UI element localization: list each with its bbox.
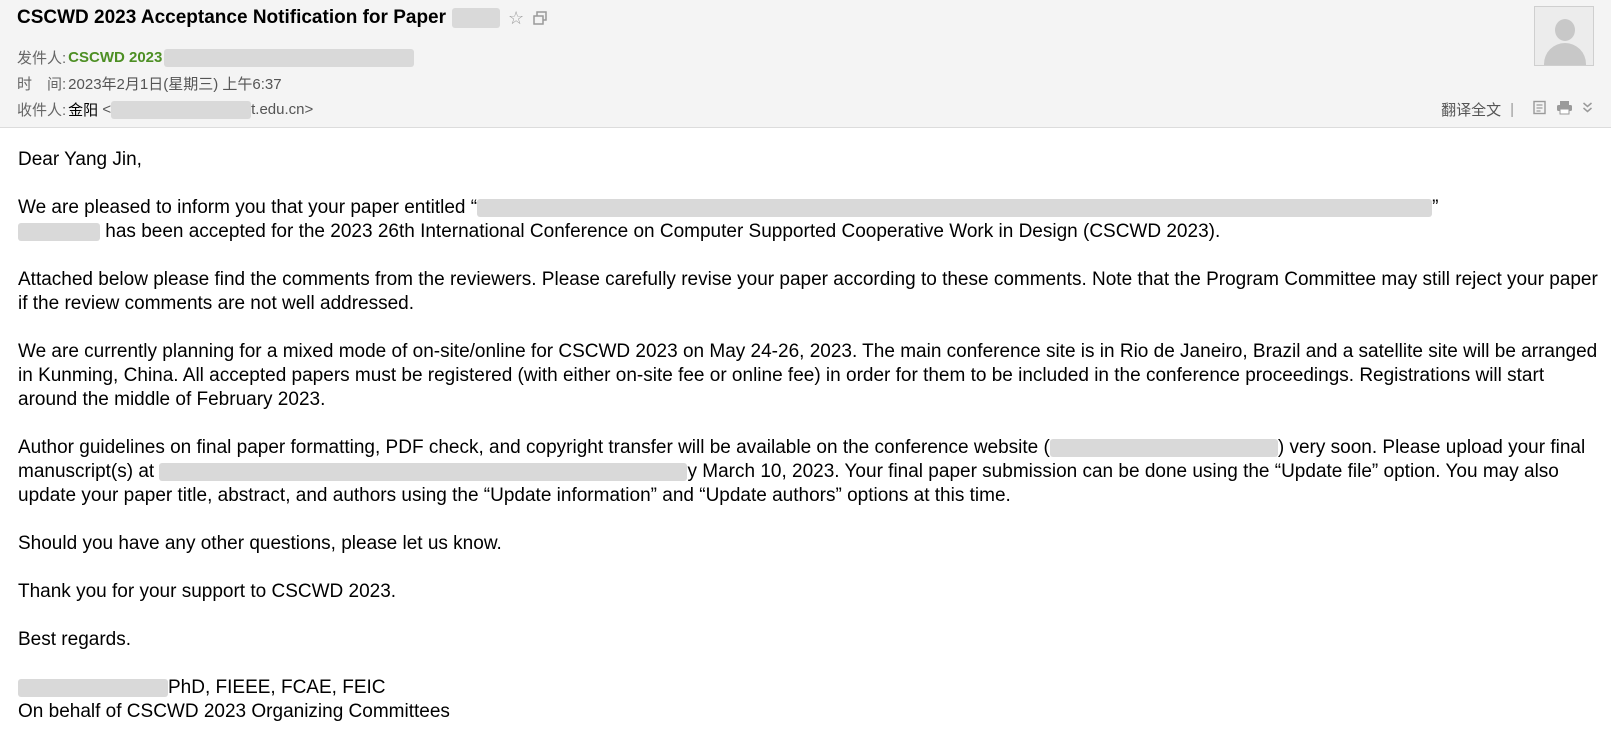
toolbar-separator: | [1510, 101, 1514, 118]
time-line: 时 间: 2023年2月1日(星期三) 上午6:37 [17, 73, 282, 94]
header-toolbar: 翻译全文 | [1441, 99, 1593, 120]
questions-paragraph: Should you have any other questions, ple… [18, 533, 502, 554]
note-icon[interactable] [1532, 100, 1547, 119]
to-label: 收件人: [17, 102, 67, 119]
translate-button[interactable]: 翻译全文 [1441, 99, 1501, 120]
redacted-signer-name [18, 678, 168, 697]
author-guidelines-paragraph: Author guidelines on final paper formatt… [18, 436, 1598, 508]
email-header: CSCWD 2023 Acceptance Notification for P… [0, 0, 1611, 128]
p1-intro: We are pleased to inform you that your p… [18, 197, 478, 218]
recipient-bracket: < [98, 101, 112, 118]
redacted-paper-title [477, 198, 1433, 217]
expand-icon[interactable] [1582, 101, 1593, 118]
from-line: 发件人: CSCWD 2023 [17, 47, 415, 68]
email-subject: CSCWD 2023 Acceptance Notification for P… [17, 7, 548, 29]
p1-accepted-text: has been accepted for the 2023 26th Inte… [100, 221, 1221, 242]
redacted-website-link[interactable] [1049, 438, 1278, 457]
avatar-icon [1555, 19, 1575, 41]
recipient-name[interactable]: 金阳 [68, 99, 98, 120]
greeting: Dear Yang Jin, [18, 149, 142, 170]
signer-credentials: PhD, FIEEE, FCAE, FEIC [168, 677, 386, 698]
signature-organization: On behalf of CSCWD 2023 Organizing Commi… [18, 701, 450, 722]
from-label: 发件人: [17, 50, 67, 67]
recipient-email-tail: t.edu.cn> [251, 101, 314, 118]
time-value: 2023年2月1日(星期三) 上午6:37 [68, 76, 282, 93]
time-label: 时 间: [17, 76, 67, 93]
acceptance-paragraph: We are pleased to inform you that your p… [18, 196, 1598, 244]
p1-quote-close: ” [1432, 197, 1439, 218]
redacted-upload-link[interactable] [159, 462, 688, 481]
avatar [1534, 6, 1594, 66]
sender-name[interactable]: CSCWD 2023 [68, 49, 162, 66]
print-icon[interactable] [1556, 100, 1573, 119]
redacted-recipient-address [111, 100, 252, 119]
redacted-paper-title-end [18, 222, 100, 241]
conference-mode-paragraph: We are currently planning for a mixed mo… [18, 341, 1598, 410]
p4-guidelines-text: Author guidelines on final paper formatt… [18, 437, 1050, 458]
closing: Best regards. [18, 629, 131, 650]
new-window-icon[interactable] [532, 10, 548, 26]
thanks-paragraph: Thank you for your support to CSCWD 2023… [18, 581, 397, 602]
reviewer-comments-paragraph: Attached below please find the comments … [18, 269, 1598, 314]
star-icon[interactable]: ☆ [508, 8, 524, 29]
email-body: Dear Yang Jin, We are pleased to inform … [18, 148, 1598, 724]
redacted-sender-address [164, 48, 415, 67]
subject-text: CSCWD 2023 Acceptance Notification for P… [17, 7, 447, 28]
signature: PhD, FIEEE, FCAE, FEIC On behalf of CSCWD… [18, 676, 1598, 724]
redacted-paper-id [452, 8, 501, 28]
to-line: 收件人: 金阳 < t.edu.cn> [17, 99, 313, 120]
